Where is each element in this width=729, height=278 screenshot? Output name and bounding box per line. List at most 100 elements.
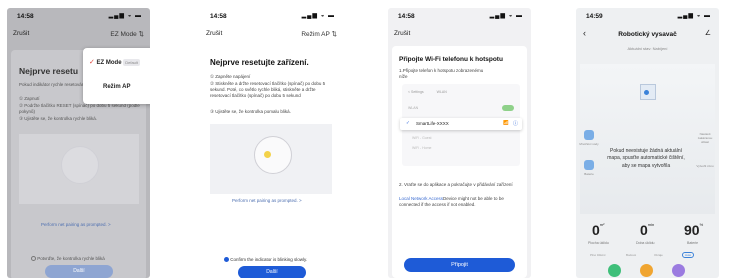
header: ‹ Robotický vysavač ∠ <box>576 28 719 44</box>
connect-button[interactable]: Připojit <box>404 258 515 272</box>
step-1: ① Zapněte napájení <box>210 74 251 79</box>
toggle-icon <box>502 105 514 111</box>
device-illustration <box>19 134 139 204</box>
robot-icon <box>254 136 292 174</box>
nav-bar: Zrušit EZ Mode ⇅ <box>7 28 150 42</box>
local-network-note: Local Network AccessDevice might not be … <box>399 196 521 208</box>
menu-ez-label: EZ Mode <box>96 60 122 66</box>
battery-side-icon[interactable] <box>584 160 594 170</box>
confirm-label: Potvrďte, že kontrolka rychle bliká <box>37 256 105 261</box>
step-2: 2. Vraťte se do aplikace a pokračujte v … <box>399 182 513 187</box>
mode-tabs: Plné čištění Bodové Okraje Auto <box>576 252 719 278</box>
status-time: 14:58 <box>398 13 415 20</box>
area-value: 0m² <box>592 222 604 238</box>
tab-auto[interactable]: Auto <box>682 252 695 258</box>
page-title: Připojte Wi-Fi telefonu k hotspotu <box>399 56 503 63</box>
menu-item-ap-mode[interactable]: Režim AP <box>103 84 130 90</box>
phone-screen-hotspot: 14:58 ▂▄▆ ◒ ▬ Zrušit Připojte Wi-Fi tele… <box>388 8 531 278</box>
local-network-link[interactable]: Local Network Access <box>399 196 443 201</box>
time-value: 0min <box>640 222 654 238</box>
action-icon-2[interactable] <box>640 264 653 277</box>
step-1: 1.Připojte telefon k hotspotu zobrazeném… <box>399 68 484 80</box>
status-bar: 14:58 ▂▄▆ ◒ ▬ <box>200 8 343 24</box>
cancel-button[interactable]: Zrušit <box>394 30 410 37</box>
page-title: Nejprve resetu <box>19 66 79 76</box>
status-bar: 14:58 ▂▄▆ ◒ ▬ <box>388 8 531 24</box>
hotspot-name: SmartLife-XXXX <box>416 121 449 126</box>
wifi-row-home: WiFi - Home <box>412 146 432 150</box>
nav-bar: Zrušit <box>388 28 531 42</box>
reset-card: Nejprve resetujte zařízení. ① Zapněte na… <box>200 44 343 278</box>
nav-bar: Zrušit Režim AP ⇅ <box>200 28 343 42</box>
hotspot-card: Připojte Wi-Fi telefonu k hotspotu 1.Při… <box>392 46 527 278</box>
wlan-row-label: WLAN <box>408 106 419 110</box>
check-icon: ✓ <box>406 120 410 125</box>
robot-icon <box>61 146 99 184</box>
battery-number: 90 <box>684 222 700 238</box>
page-title: Nejprve resetujte zařízení. <box>210 58 309 67</box>
edit-icon[interactable]: ∠ <box>705 29 711 37</box>
tab-full-clean[interactable]: Plné čištění <box>590 253 606 257</box>
forbidden-zone-label[interactable]: Nastavit zakázanou oblast <box>694 132 716 144</box>
settings-back-label: < Settings WLAN <box>408 90 447 94</box>
blinking-light-icon <box>264 151 271 158</box>
tab-edge[interactable]: Okraje <box>654 253 663 257</box>
next-button[interactable]: Další <box>238 266 306 278</box>
status-time: 14:59 <box>586 13 603 20</box>
intro-text: Pokud indikátor rychle resetování <box>19 82 86 87</box>
check-icon: ✓ <box>89 59 95 66</box>
action-icon-3[interactable] <box>672 264 685 277</box>
settings-label: < Settings <box>408 90 424 94</box>
area-label: Plocha úklidu <box>588 241 609 245</box>
mode-switch-button[interactable]: Režim AP ⇅ <box>301 30 337 38</box>
device-status: Aktuální stav: Nabíjení <box>627 46 668 51</box>
perform-pairing-link[interactable]: Perform net pairing as prompted. > <box>232 198 302 203</box>
confirm-checkbox-row[interactable]: Potvrďte, že kontrolka rychle bliká <box>31 256 105 262</box>
menu-item-ez-mode[interactable]: ✓ EZ Mode Default <box>89 58 140 66</box>
robot-position-icon <box>644 90 649 95</box>
cancel-button[interactable]: Zrušit <box>206 30 222 37</box>
create-zone-label[interactable]: Vytvořit zónu <box>694 164 716 168</box>
wifi-settings-mock: < Settings WLAN WLAN ✓ SmartLife-XXXX 📶 … <box>400 84 522 166</box>
mode-switch-button[interactable]: EZ Mode ⇅ <box>110 30 144 38</box>
screenshot-stage: 14:58 ▂▄▆ ◒ ▬ Zrušit EZ Mode ⇅ Nejprve r… <box>0 0 729 278</box>
mode-label: Režim AP <box>301 31 330 38</box>
cancel-button[interactable]: Zrušit <box>13 30 29 37</box>
status-bar: 14:59 ▂▄▆ ◒ ▬ <box>576 8 719 24</box>
status-time: 14:58 <box>17 13 34 20</box>
next-button[interactable]: Další <box>45 265 113 278</box>
confirm-checkbox-row[interactable]: Confirm the indicator is blinking slowly… <box>224 257 308 263</box>
confirm-label: Confirm the indicator is blinking slowly… <box>230 257 308 262</box>
status-bar: 14:58 ▂▄▆ ◒ ▬ <box>7 8 150 24</box>
step-3: ③ Ujistěte se, že kontrolka pomalu bliká… <box>210 109 291 114</box>
step-3: ③ Ujistěte se, že kontrolka rychle bliká… <box>19 116 98 121</box>
info-icon: ⓘ <box>512 121 518 127</box>
time-label: Doba úklidu <box>636 241 655 245</box>
wifi-icon: 📶 <box>503 120 509 125</box>
water-amount-label: Množství vody <box>579 142 599 146</box>
battery-label: Baterie <box>687 241 699 245</box>
device-illustration <box>210 124 332 194</box>
battery-side-label: Baterie <box>584 172 594 176</box>
default-badge: Default <box>123 59 140 66</box>
water-amount-icon[interactable] <box>584 130 594 140</box>
signal-icon: ▂▄▆ ◒ ▬ <box>301 13 335 19</box>
action-icon-1[interactable] <box>608 264 621 277</box>
phone-screen-ap-mode: 14:58 ▂▄▆ ◒ ▬ Zrušit Režim AP ⇅ Nejprve … <box>200 8 343 278</box>
checkbox-checked-icon[interactable] <box>224 257 229 263</box>
area-number: 0 <box>592 222 600 238</box>
perform-pairing-link[interactable]: Perform net pairing as prompted. > <box>41 222 111 227</box>
signal-icon: ▂▄▆ ◒ ▬ <box>677 13 711 19</box>
step-2: ② Podržte tlačítko RESET (spínač) po dob… <box>19 103 140 115</box>
battery-value: 90% <box>684 222 703 238</box>
wlan-title: WLAN <box>436 90 447 94</box>
battery-unit: % <box>699 222 704 227</box>
signal-icon: ▂▄▆ ◒ ▬ <box>108 13 142 19</box>
checkbox-icon[interactable] <box>31 256 36 262</box>
area-unit: m² <box>599 222 605 227</box>
phone-screen-ez-mode: 14:58 ▂▄▆ ◒ ▬ Zrušit EZ Mode ⇅ Nejprve r… <box>7 8 150 278</box>
page-title: Robotický vysavač <box>618 31 677 38</box>
tab-spot[interactable]: Bodové <box>626 253 636 257</box>
time-unit: min <box>647 222 655 227</box>
hotspot-row[interactable]: ✓ SmartLife-XXXX 📶 ⓘ <box>400 118 522 130</box>
